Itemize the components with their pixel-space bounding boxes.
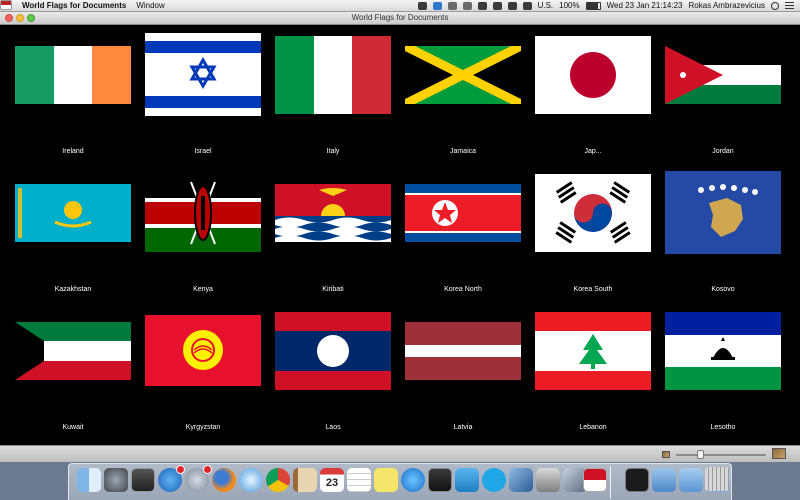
xcode-icon[interactable] [509, 468, 533, 492]
zoom-slider-track[interactable] [676, 454, 766, 456]
window-title: World Flags for Documents [351, 13, 449, 22]
close-window-button[interactable] [5, 14, 13, 22]
clock[interactable]: Wed 23 Jan 21:14:23 [607, 1, 683, 10]
latvia-flag-image[interactable] [405, 322, 521, 380]
kenya-flag-image[interactable] [145, 174, 261, 252]
volume-icon[interactable] [522, 1, 532, 10]
notification-center-icon[interactable] [785, 2, 794, 9]
flag-label: Kosovo [711, 286, 735, 293]
italy-flag-image[interactable] [275, 36, 391, 114]
notification-badge [176, 465, 185, 474]
flag-label: Lebanon [579, 424, 607, 431]
flag-label: Lesotho [710, 424, 736, 431]
minimize-window-button[interactable] [16, 14, 24, 22]
time-machine-icon[interactable] [477, 1, 487, 10]
window-menu[interactable]: Window [136, 1, 164, 10]
contacts-icon[interactable] [293, 468, 317, 492]
zoom-slider-knob[interactable] [697, 450, 705, 459]
flag-label: Jap... [584, 148, 602, 155]
chrome-icon[interactable] [266, 468, 290, 492]
firefox-icon[interactable] [212, 468, 236, 492]
flag-label: Jordan [712, 148, 734, 155]
window-bottom-bar [0, 445, 800, 462]
dashboard-icon[interactable] [104, 468, 128, 492]
app-window: World Flags for Documents Ireland Israel… [0, 12, 800, 445]
app-menu[interactable]: World Flags for Documents [22, 1, 126, 10]
battery-icon[interactable] [585, 1, 601, 10]
laos-flag-image[interactable] [275, 312, 391, 390]
notes-icon[interactable] [417, 1, 427, 10]
zoom-out-thumbnail-icon[interactable] [662, 451, 670, 458]
flag-label: Laos [325, 424, 341, 431]
israel-flag-image[interactable] [145, 33, 261, 116]
launchpad-icon[interactable] [185, 465, 212, 492]
kazakhstan-flag-image[interactable] [15, 184, 131, 242]
jordan-flag-image[interactable] [665, 46, 781, 104]
dock-separator [610, 466, 611, 499]
flag-label: Israel [194, 148, 212, 155]
documents-stack-icon[interactable] [679, 468, 703, 492]
flag-label: Ireland [62, 148, 84, 155]
window-titlebar[interactable]: World Flags for Documents [0, 12, 800, 25]
photo-booth-icon[interactable] [428, 468, 452, 492]
kyrgyzstan-flag-image[interactable] [145, 315, 261, 386]
calendar-day: 23 [325, 477, 339, 489]
wifi-icon[interactable] [507, 1, 517, 10]
ireland-flag-image[interactable] [15, 46, 131, 104]
flag-label: Jamaica [449, 148, 477, 155]
zoom-window-button[interactable] [27, 14, 35, 22]
finder-icon[interactable] [77, 468, 101, 492]
safari-icon[interactable] [239, 468, 263, 492]
kuwait-flag-image[interactable] [15, 322, 131, 380]
tweetbot-icon[interactable] [455, 468, 479, 492]
flag-label: Kenya [193, 286, 213, 293]
flag-label: Kiribati [322, 286, 344, 293]
calendar-icon[interactable]: 23 [320, 468, 344, 492]
user-name[interactable]: Rokas Ambrazevicius [689, 1, 765, 10]
flags-app-icon[interactable] [583, 468, 607, 492]
japan-flag-image[interactable] [535, 36, 651, 114]
stickies-icon[interactable] [374, 468, 398, 492]
lebanon-flag-image[interactable] [535, 312, 651, 390]
zoom-in-thumbnail-icon[interactable] [772, 448, 786, 459]
reminders-icon[interactable] [347, 468, 371, 492]
mail-icon[interactable] [462, 1, 472, 10]
activity-monitor-icon[interactable] [625, 468, 649, 492]
input-source-label[interactable]: U.S. [538, 1, 554, 10]
flag-label: Kuwait [62, 424, 84, 431]
app-store-icon[interactable] [158, 465, 185, 492]
input-source-flag-icon[interactable] [0, 0, 12, 10]
applications-stack-icon[interactable] [652, 468, 676, 492]
korea-south-flag-image[interactable] [535, 174, 651, 252]
notification-badge [203, 465, 212, 474]
lesotho-flag-image[interactable] [665, 312, 781, 390]
flag-label: Korea South [573, 286, 613, 293]
skype-icon[interactable] [482, 468, 506, 492]
flag-grid: Ireland Israel Italy Jamaica Jap... Jord… [0, 25, 800, 445]
spotlight-search-icon[interactable] [771, 1, 779, 10]
battery-percent[interactable]: 100% [559, 1, 579, 10]
status-area: U.S. 100% Wed 23 Jan 21:14:23 Rokas Ambr… [0, 0, 800, 10]
itunes-icon[interactable] [401, 468, 425, 492]
twitter-icon[interactable] [432, 1, 442, 10]
flag-label: Korea North [444, 286, 482, 293]
menu-bar: World Flags for Documents Window U.S. 10… [0, 0, 800, 12]
bluetooth-icon[interactable] [492, 1, 502, 10]
mission-control-icon[interactable] [131, 468, 155, 492]
dvd-player-icon[interactable] [536, 468, 560, 492]
flag-label: Kazakhstan [54, 286, 92, 293]
flag-label: Latvia [453, 424, 473, 431]
trash-icon[interactable] [705, 467, 729, 491]
flag-label: Italy [326, 148, 340, 155]
cloud-icon[interactable] [447, 1, 457, 10]
kiribati-flag-image[interactable] [275, 184, 391, 242]
jamaica-flag-image[interactable] [405, 46, 521, 104]
korea-north-flag-image[interactable] [405, 184, 521, 242]
dock: 23 [68, 463, 732, 500]
flag-label: Kyrgyzstan [185, 424, 221, 431]
kosovo-flag-image[interactable] [665, 171, 781, 254]
